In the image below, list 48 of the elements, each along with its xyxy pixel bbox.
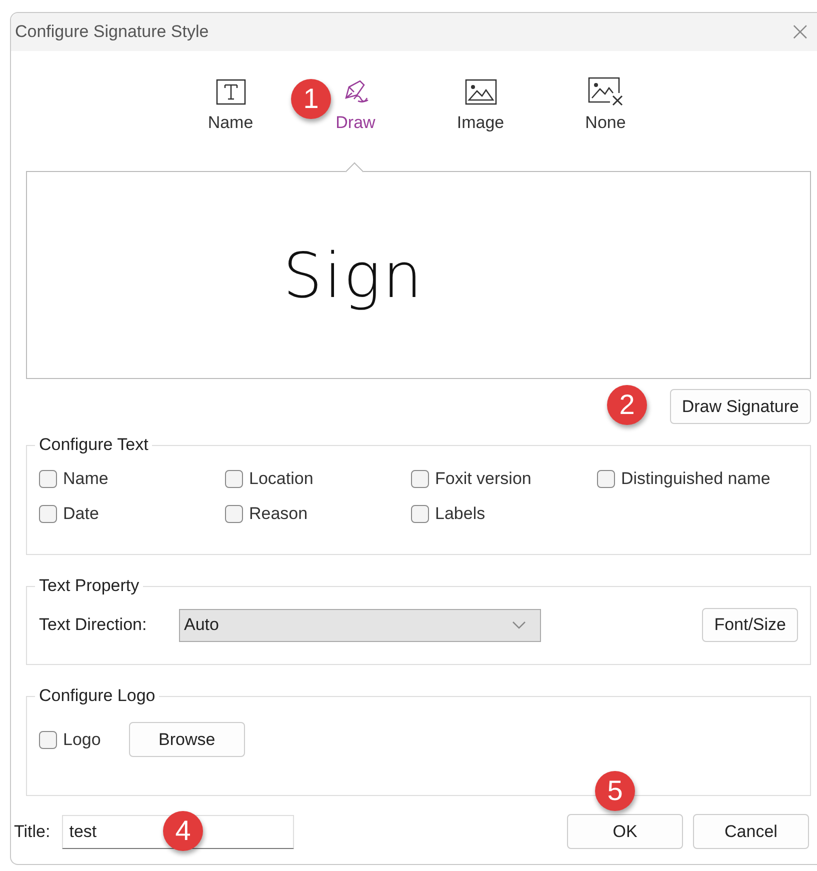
cancel-button[interactable]: Cancel [693, 814, 809, 849]
group-title: Configure Logo [38, 686, 156, 706]
checkbox-label: Logo [63, 730, 101, 750]
group-title: Configure Text [38, 435, 150, 455]
checkbox-label: Distinguished name [621, 469, 770, 489]
text-icon [216, 77, 246, 107]
direction-dropdown[interactable]: Auto [179, 608, 541, 642]
signature-text: Sign [282, 238, 424, 312]
callout-badge: 5 [595, 771, 635, 811]
tab[interactable]: None [543, 75, 668, 171]
window-title: Configure Signature Style [15, 22, 209, 42]
tab[interactable]: Image [418, 75, 543, 171]
checkbox-option[interactable]: Labels [411, 504, 597, 524]
signature-canvas[interactable]: Sign [26, 171, 811, 379]
checkbox[interactable] [411, 470, 429, 488]
checkbox-option[interactable]: Foxit version [411, 469, 597, 489]
checkbox[interactable] [225, 470, 243, 488]
checkbox[interactable] [225, 505, 243, 523]
checkbox[interactable] [597, 470, 615, 488]
draw-signature-button[interactable]: Draw Signature [670, 389, 811, 424]
checkbox-label: Name [63, 469, 108, 489]
checkbox-option[interactable]: Location [225, 469, 411, 489]
checkbox-label: Location [249, 469, 314, 489]
checkbox-option[interactable]: Date [39, 504, 225, 524]
tab[interactable]: Name [168, 75, 293, 171]
checkbox-label: Labels [435, 504, 486, 524]
field-label: Text Direction: [39, 615, 148, 635]
image-remove-icon [588, 77, 624, 107]
ok-button[interactable]: OK [567, 814, 683, 849]
checkbox-label: Reason [249, 504, 308, 524]
checkbox[interactable] [411, 505, 429, 523]
callout-badge: 1 [291, 79, 331, 119]
group-title: Text Property [38, 576, 140, 596]
font-size-button[interactable]: Font/Size [702, 608, 798, 642]
checkbox-option[interactable]: Logo [39, 730, 101, 750]
browse-button[interactable]: Browse [128, 722, 245, 757]
checkbox-option[interactable]: Distinguished name [597, 469, 783, 489]
checkbox-option[interactable]: Name [39, 469, 225, 489]
checkbox[interactable] [39, 470, 57, 488]
callout-badge: 2 [607, 385, 647, 425]
image-icon [464, 77, 496, 107]
field-label: Title: [14, 822, 50, 842]
checkbox[interactable] [39, 505, 57, 523]
chevron-down-icon [512, 621, 526, 629]
checkbox-label: Date [63, 504, 99, 524]
checkbox[interactable] [39, 730, 57, 748]
checkbox-label: Foxit version [435, 469, 532, 489]
checkbox-option[interactable]: Reason [225, 504, 411, 524]
